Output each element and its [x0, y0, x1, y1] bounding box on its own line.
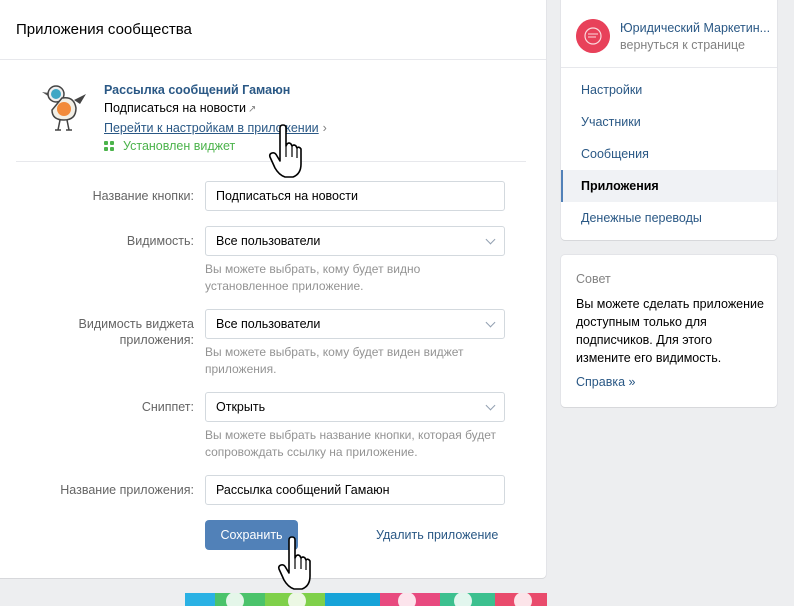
dropdown-arrow-icon — [485, 317, 496, 328]
decorative-banner — [185, 593, 547, 606]
nav-item-settings[interactable]: Настройки — [561, 74, 777, 106]
tip-text: Вы можете сделать приложение доступным т… — [576, 297, 764, 365]
snippet-select[interactable]: Открыть — [205, 392, 505, 422]
widget-visibility-select[interactable]: Все пользователи — [205, 309, 505, 339]
app-name-link[interactable]: Рассылка сообщений Гамаюн — [104, 81, 327, 99]
dropdown-arrow-icon — [485, 234, 496, 245]
page-title: Приложения сообщества — [16, 21, 192, 38]
app-subscribe-text: Подписаться на новости — [104, 101, 246, 115]
group-logo-icon — [576, 19, 610, 53]
hand-cursor-icon — [277, 536, 311, 590]
visibility-select[interactable]: Все пользователи — [205, 226, 505, 256]
group-header[interactable]: Юридический Маркетин... вернуться к стра… — [561, 0, 777, 68]
community-nav: Юридический Маркетин... вернуться к стра… — [561, 0, 777, 240]
snippet-value: Открыть — [216, 400, 266, 414]
app-name-input[interactable]: Рассылка сообщений Гамаюн — [205, 475, 505, 505]
tip-title: Совет — [576, 272, 611, 286]
widget-visibility-hint: Вы можете выбрать, кому будет виден видж… — [205, 345, 464, 376]
back-to-page-link[interactable]: вернуться к странице — [620, 38, 745, 52]
tip-card: Совет Вы можете сделать приложение досту… — [561, 255, 777, 407]
button-name-value: Подписаться на новости — [216, 189, 358, 203]
visibility-value: Все пользователи — [216, 234, 321, 248]
widget-grid-icon — [104, 141, 114, 151]
button-name-input[interactable]: Подписаться на новости — [205, 181, 505, 211]
panel-header: Приложения сообщества — [0, 0, 546, 60]
chevron-right-icon: › — [322, 121, 327, 135]
nav-item-messages[interactable]: Сообщения — [561, 138, 777, 170]
visibility-label: Видимость: — [126, 234, 194, 248]
widget-status-text: Установлен виджет — [123, 139, 236, 153]
nav-item-members[interactable]: Участники — [561, 106, 777, 138]
button-name-label: Название кнопки: — [92, 189, 194, 203]
group-avatar[interactable] — [576, 19, 610, 53]
app-name-label: Название приложения: — [60, 483, 194, 497]
widget-visibility-label: Видимость виджета приложения: — [78, 317, 194, 347]
apps-panel: Приложения сообщества Рассылка сообщений… — [0, 0, 546, 578]
hand-cursor-icon — [268, 124, 302, 178]
help-link[interactable]: Справка » — [576, 375, 635, 389]
nav-item-money-transfers[interactable]: Денежные переводы — [561, 202, 777, 234]
app-subscribe-link[interactable]: Подписаться на новости ↗ — [104, 99, 327, 119]
dropdown-arrow-icon — [485, 400, 496, 411]
external-link-icon: ↗ — [247, 104, 257, 115]
delete-app-link[interactable]: Удалить приложение — [376, 528, 498, 542]
nav-item-apps[interactable]: Приложения — [561, 170, 777, 202]
snippet-hint: Вы можете выбрать название кнопки, котор… — [205, 428, 497, 459]
widget-visibility-value: Все пользователи — [216, 317, 321, 331]
snippet-label: Сниппет: — [141, 400, 194, 414]
visibility-hint: Вы можете выбрать, кому будет видно уста… — [205, 262, 421, 293]
bird-logo-icon — [42, 85, 86, 131]
app-name-value: Рассылка сообщений Гамаюн — [216, 483, 390, 497]
group-name-link[interactable]: Юридический Маркетин... — [620, 21, 770, 35]
